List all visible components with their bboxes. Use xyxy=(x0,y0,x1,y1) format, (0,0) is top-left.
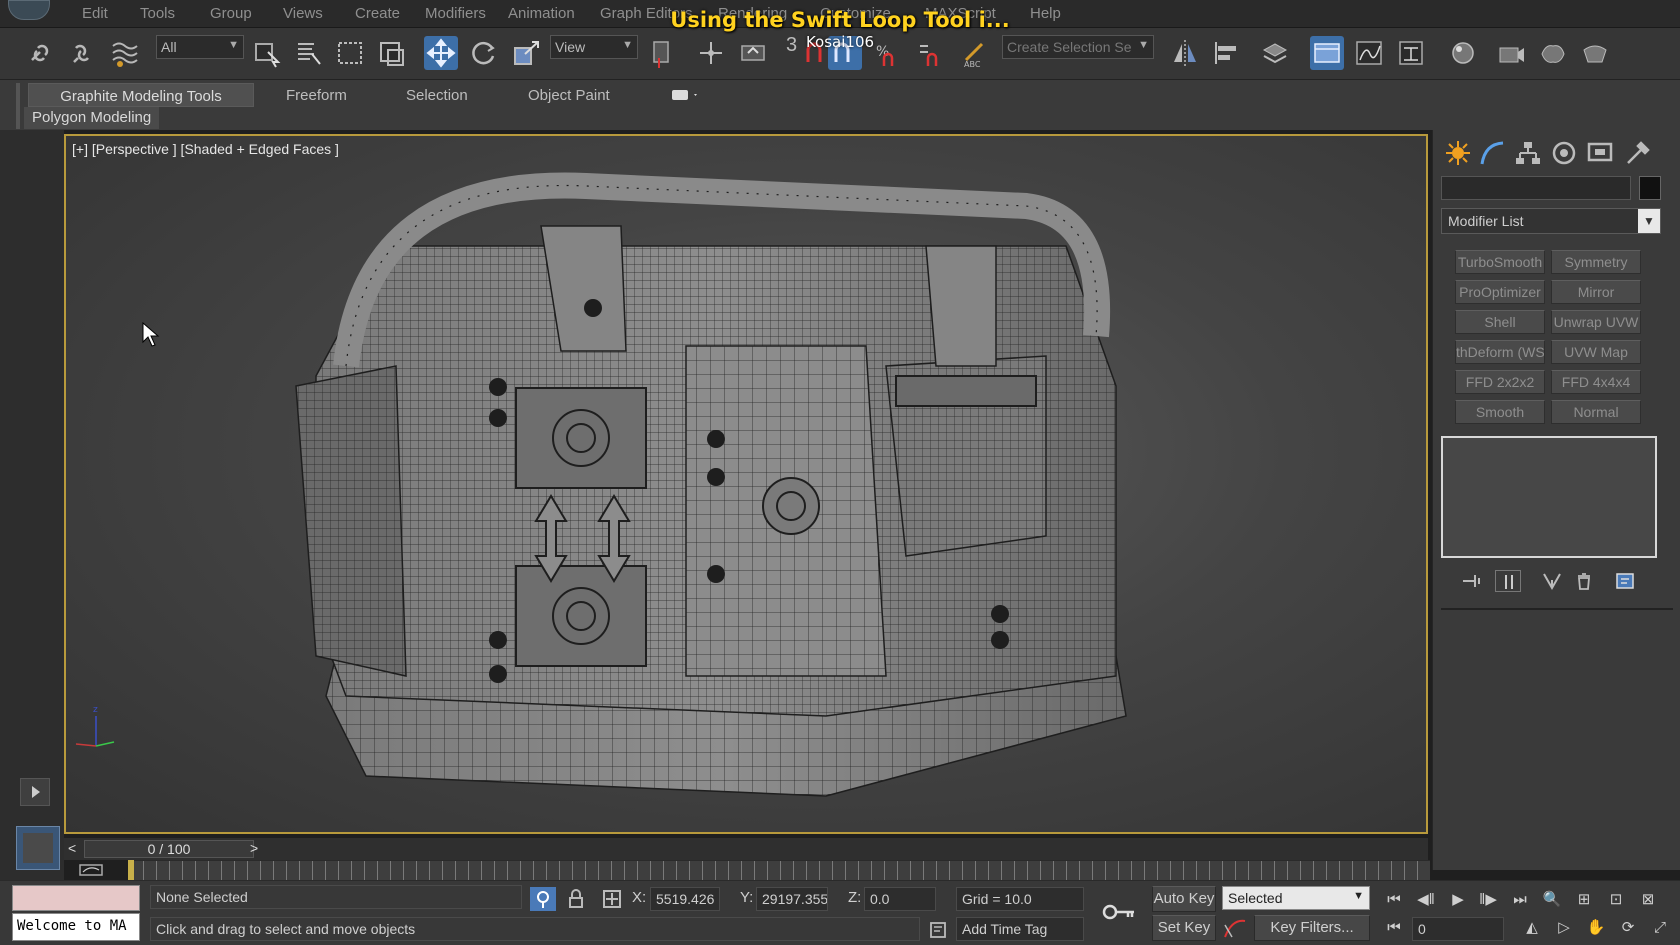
tab-freeform[interactable]: Freeform xyxy=(274,83,359,107)
viewport-layout-play-button[interactable] xyxy=(20,778,50,806)
zoom-icon[interactable]: 🔍 xyxy=(1540,889,1564,911)
command-panel: Modifier List ▼ TurboSmooth Symmetry Pro… xyxy=(1432,130,1680,870)
pan-view-icon[interactable]: ✋ xyxy=(1584,917,1608,939)
z-coordinate-field[interactable]: 0.0 xyxy=(864,887,936,911)
x-coordinate-label: X: xyxy=(632,889,647,906)
tab-object-paint[interactable]: Object Paint xyxy=(516,83,622,107)
key-tangent-icon[interactable] xyxy=(1222,917,1248,941)
hierarchy-tab-icon[interactable] xyxy=(1513,138,1543,168)
panel-divider xyxy=(1441,608,1673,610)
set-key-mode-icon[interactable] xyxy=(1100,899,1140,925)
tab-graphite-modeling-tools[interactable]: Graphite Modeling Tools xyxy=(28,83,254,107)
viewport-label[interactable]: [+] [Perspective ] [Shaded + Edged Faces… xyxy=(72,141,339,157)
video-overlay-title: Using the Swift Loop Tool i... xyxy=(670,8,1010,32)
orbit-icon[interactable]: ⟳ xyxy=(1616,917,1640,939)
auto-key-button[interactable]: Auto Key xyxy=(1152,886,1216,912)
x-coordinate-field[interactable]: 5519.426 xyxy=(650,887,720,911)
time-slider-prev-button[interactable]: < xyxy=(68,840,76,856)
object-name-field[interactable] xyxy=(1441,176,1631,200)
mouse-cursor-icon xyxy=(142,322,160,347)
modifier-button-ffd-2x2x2[interactable]: FFD 2x2x2 xyxy=(1455,370,1545,394)
zoom-all-icon[interactable]: ⊞ xyxy=(1572,889,1596,911)
y-coordinate-label: Y: xyxy=(740,889,754,906)
modifier-button-ffd-4x4x4[interactable]: FFD 4x4x4 xyxy=(1551,370,1641,394)
prompt-line: Click and drag to select and move object… xyxy=(150,917,920,941)
modifier-button-prooptimizer[interactable]: ProOptimizer xyxy=(1455,280,1545,304)
selection-lock-icon[interactable] xyxy=(566,887,586,911)
video-overlay-author: Kosai106 xyxy=(805,33,875,51)
modifier-button-smooth[interactable]: Smooth xyxy=(1455,400,1545,424)
go-to-end-icon[interactable]: ⏭ xyxy=(1508,889,1532,911)
play-animation-icon[interactable]: ▶ xyxy=(1446,889,1470,911)
modifier-list-dropdown[interactable]: Modifier List ▼ xyxy=(1441,208,1661,234)
z-coordinate-label: Z: xyxy=(848,889,862,906)
modifier-button-pathdeform[interactable]: thDeform (WSI xyxy=(1455,340,1545,364)
set-key-button[interactable]: Set Key xyxy=(1152,915,1216,941)
time-slider-next-button[interactable]: > xyxy=(250,840,258,856)
perspective-viewport[interactable]: z [+] [Perspective ] [Shaded + Edged Fac… xyxy=(64,134,1428,834)
chevron-down-icon: ▼ xyxy=(1353,890,1364,902)
configure-modifier-sets-icon[interactable] xyxy=(1613,570,1639,592)
current-frame-marker[interactable] xyxy=(128,860,134,880)
key-mode-toggle-icon[interactable]: ⏮ xyxy=(1382,917,1406,939)
maxscript-mini-listener-input[interactable]: Welcome to MA xyxy=(12,913,140,941)
go-to-start-icon[interactable]: ⏮ xyxy=(1382,889,1406,911)
chevron-down-icon: ▼ xyxy=(1638,209,1660,233)
display-tab-icon[interactable] xyxy=(1585,138,1615,168)
add-time-tag-button[interactable]: Add Time Tag xyxy=(956,917,1084,941)
ribbon-grip[interactable] xyxy=(16,83,20,129)
time-tag-icon[interactable] xyxy=(928,919,948,941)
key-mode-value: Selected xyxy=(1228,890,1283,906)
svg-text:z: z xyxy=(93,705,98,715)
modifier-button-normal[interactable]: Normal xyxy=(1551,400,1641,424)
show-end-result-icon[interactable] xyxy=(1495,570,1521,592)
pin-stack-icon[interactable] xyxy=(1459,570,1485,592)
modify-tab-icon[interactable] xyxy=(1477,138,1507,168)
modifier-stack[interactable] xyxy=(1441,436,1657,558)
time-slider-track[interactable]: < 0 / 100 > xyxy=(64,838,1428,860)
current-frame-field[interactable]: 0 xyxy=(1412,917,1504,941)
modifier-button-shell[interactable]: Shell xyxy=(1455,310,1545,334)
motion-tab-icon[interactable] xyxy=(1549,138,1579,168)
polygon-modeling-panel[interactable]: Polygon Modeling xyxy=(24,107,160,129)
key-mode-dropdown[interactable]: Selected ▼ xyxy=(1222,886,1370,910)
modifier-button-uvw-map[interactable]: UVW Map xyxy=(1551,340,1641,364)
next-frame-icon[interactable]: ‖▶ xyxy=(1476,889,1500,911)
key-filters-button[interactable]: Key Filters... xyxy=(1254,915,1370,941)
isolate-selection-icon[interactable] xyxy=(530,887,556,911)
maximize-viewport-icon[interactable]: ⤢ xyxy=(1648,917,1672,939)
ribbon-options-dropdown[interactable] xyxy=(670,86,700,104)
zoom-extents-all-icon[interactable]: ⊠ xyxy=(1636,889,1660,911)
previous-frame-icon[interactable]: ◀‖ xyxy=(1414,889,1438,911)
field-of-view-icon[interactable]: ◭ xyxy=(1520,917,1544,939)
mini-curve-editor-icon[interactable] xyxy=(78,862,104,878)
viewport-layout-button[interactable] xyxy=(16,826,60,870)
modifier-button-unwrap-uvw[interactable]: Unwrap UVW xyxy=(1551,310,1641,334)
grid-size-display: Grid = 10.0 xyxy=(956,887,1084,911)
remove-modifier-icon[interactable] xyxy=(1571,570,1597,592)
utilities-tab-icon[interactable] xyxy=(1623,138,1653,168)
y-coordinate-field[interactable]: 29197.355 xyxy=(756,887,828,911)
modifier-button-turbosmooth[interactable]: TurboSmooth xyxy=(1455,250,1545,274)
status-bar: Welcome to MA None Selected X: 5519.426 … xyxy=(0,880,1680,945)
create-tab-icon[interactable] xyxy=(1443,138,1473,168)
tab-selection[interactable]: Selection xyxy=(394,83,480,107)
left-strip xyxy=(0,130,64,940)
zoom-extents-icon[interactable]: ⊡ xyxy=(1604,889,1628,911)
modifier-list-label: Modifier List xyxy=(1448,213,1524,229)
absolute-mode-transform-icon[interactable] xyxy=(600,887,624,911)
ribbon: Graphite Modeling Tools Freeform Selecti… xyxy=(0,80,1680,130)
walkthrough-icon[interactable]: ▷ xyxy=(1552,917,1576,939)
maxscript-mini-listener-output[interactable] xyxy=(12,885,140,911)
object-color-swatch[interactable] xyxy=(1639,176,1661,200)
time-slider[interactable]: 0 / 100 xyxy=(84,840,254,858)
modifier-button-symmetry[interactable]: Symmetry xyxy=(1551,250,1641,274)
make-unique-icon[interactable] xyxy=(1539,570,1565,592)
selection-info: None Selected xyxy=(150,885,522,909)
track-bar[interactable] xyxy=(130,860,1430,880)
svg-text:ABC: ABC xyxy=(964,60,981,69)
modifier-button-mirror[interactable]: Mirror xyxy=(1551,280,1641,304)
3d-model-wireframe[interactable]: z xyxy=(66,136,1426,832)
